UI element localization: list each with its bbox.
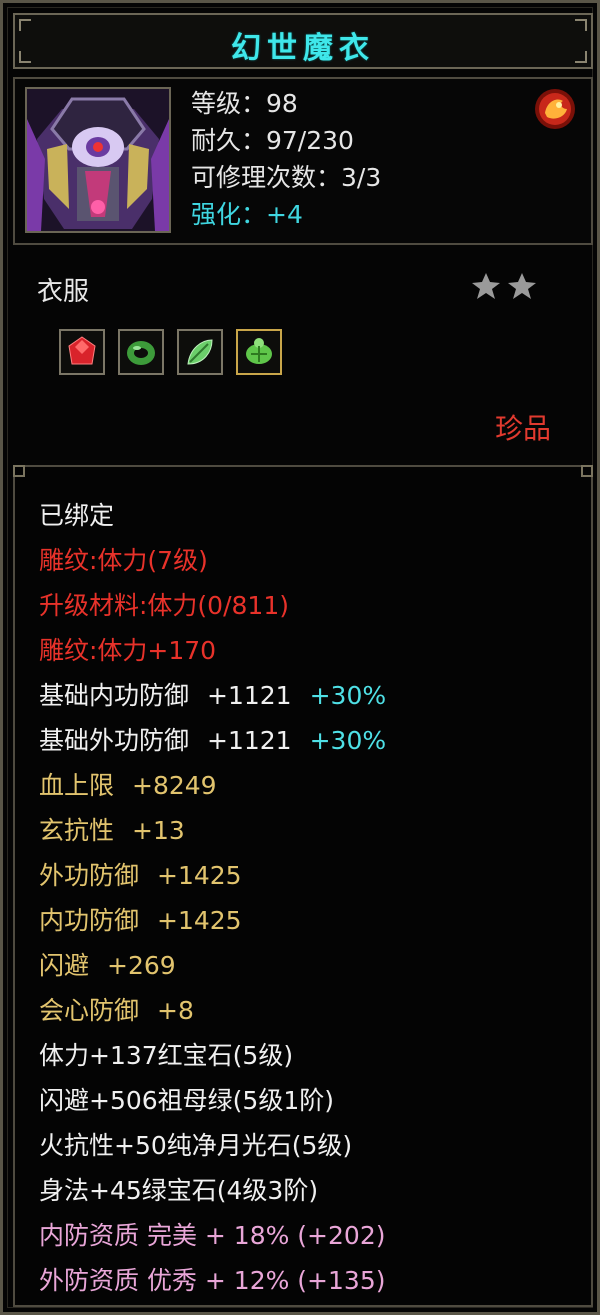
inner-quality-line: 内防资质 完美 + 18% (+202) xyxy=(39,1221,386,1250)
item-durability: 耐久：97/230 xyxy=(191,126,354,155)
engrave-bonus-line: 雕纹:体力+170 xyxy=(39,636,217,665)
star-icon xyxy=(508,273,536,299)
inner-defense-line: 内功防御 +1425 xyxy=(39,906,242,935)
gem-bonus-1: 体力+137红宝石(5级) xyxy=(39,1041,294,1070)
item-details-panel: 已绑定 雕纹:体力(7级) 升级材料:体力(0/811) 雕纹:体力+170 基… xyxy=(13,465,593,1307)
title-bar: 幻世魔衣 xyxy=(13,13,593,69)
item-level: 等级：98 xyxy=(191,89,298,118)
outer-defense-line: 外功防御 +1425 xyxy=(39,861,242,890)
gem-bonus-2: 闪避+506祖母绿(5级1阶) xyxy=(39,1086,334,1115)
gem-slots xyxy=(59,329,282,375)
base-outer-defense-line: 基础外功防御 +1121 +30% xyxy=(39,726,387,755)
bound-status: 已绑定 xyxy=(39,501,115,530)
xuan-resist-line: 玄抗性 +13 xyxy=(39,816,185,845)
rarity-label: 珍品 xyxy=(494,412,551,445)
green-jade-ring-icon[interactable] xyxy=(118,329,164,375)
fire-badge-icon xyxy=(535,89,575,129)
hp-line: 血上限 +8249 xyxy=(39,771,217,800)
item-type-label: 衣服 xyxy=(37,277,90,307)
star-rating xyxy=(471,271,537,301)
item-name: 幻世魔衣 xyxy=(231,31,375,66)
star-icon xyxy=(472,273,500,299)
item-repair-count: 可修理次数：3/3 xyxy=(191,163,382,192)
green-leaf-gem-icon[interactable] xyxy=(177,329,223,375)
item-enhance: 强化：+4 xyxy=(191,200,303,229)
red-gem-icon[interactable] xyxy=(59,329,105,375)
item-info-panel: 等级：98 耐久：97/230 可修理次数：3/3 强化：+4 xyxy=(13,77,593,245)
engrave-line: 雕纹:体力(7级) xyxy=(39,546,208,575)
gem-bonus-3: 火抗性+50纯净月光石(5级) xyxy=(39,1131,353,1160)
dodge-line: 闪避 +269 xyxy=(39,951,176,980)
base-inner-defense-line: 基础内功防御 +1121 +30% xyxy=(39,681,387,710)
outer-quality-line: 外防资质 优秀 + 12% (+135) xyxy=(39,1266,386,1295)
tooltip-frame: 幻世魔衣 等级：98 耐久：97/230 可修理次数：3/3 强化：+4 衣服 … xyxy=(0,0,600,1315)
upgrade-material-line: 升级材料:体力(0/811) xyxy=(39,591,289,620)
crit-defense-line: 会心防御 +8 xyxy=(39,996,194,1025)
item-portrait-icon xyxy=(25,87,171,233)
gem-bonus-4: 身法+45绿宝石(4级3阶) xyxy=(39,1176,319,1205)
green-turtle-gem-icon[interactable] xyxy=(236,329,282,375)
